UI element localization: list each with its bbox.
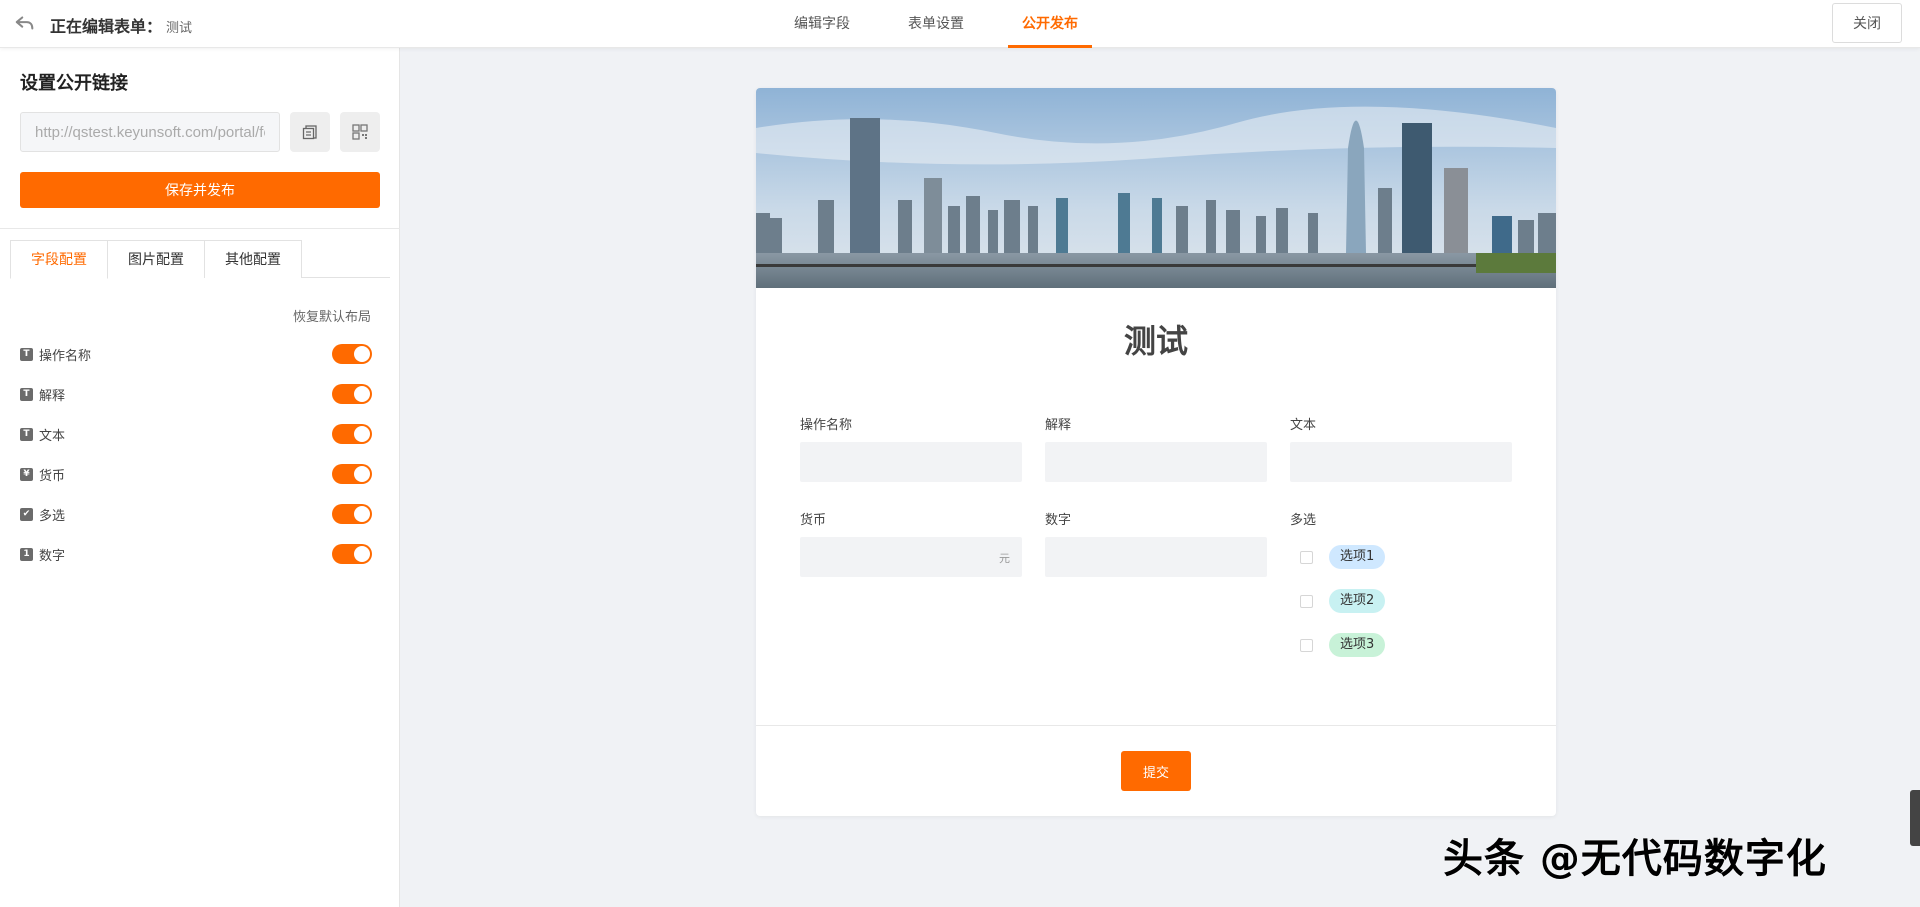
- form-title: 测试: [1123, 322, 1188, 360]
- field-visibility-toggle[interactable]: [332, 424, 372, 444]
- field-config-row: T 文本: [20, 414, 372, 454]
- text-field-icon: T: [20, 427, 33, 441]
- editing-label: 正在编辑表单：: [50, 17, 163, 36]
- field-config-label: 操作名称: [39, 348, 92, 364]
- field-label: 数字: [1045, 513, 1072, 528]
- card-divider: [756, 725, 1556, 726]
- number-input[interactable]: [1045, 537, 1267, 577]
- public-url-input[interactable]: [20, 112, 280, 152]
- field-visibility-toggle[interactable]: [332, 464, 372, 484]
- text-input[interactable]: [1290, 442, 1512, 482]
- tab-image-config[interactable]: 图片配置: [107, 240, 205, 278]
- tab-edit-fields[interactable]: 编辑字段: [780, 0, 864, 48]
- field-label: 多选: [1290, 513, 1317, 528]
- option-checkbox[interactable]: [1300, 550, 1313, 564]
- text-field-icon: T: [20, 347, 33, 361]
- form-preview-card: 测试 操作名称 解释 文本 货币 元 数字 多选 选项1 选项2 选项3 提交: [756, 88, 1556, 816]
- currency-suffix: 元: [999, 552, 1010, 565]
- field-config-label: 文本: [39, 428, 66, 444]
- option-row: 选项1: [1290, 535, 1512, 579]
- form-field-explain: 解释: [1045, 414, 1267, 482]
- restore-default-layout-link[interactable]: 恢复默认布局: [293, 306, 371, 325]
- option-checkbox[interactable]: [1300, 594, 1313, 608]
- save-and-publish-button[interactable]: 保存并发布: [20, 172, 380, 208]
- op-name-input[interactable]: [800, 442, 1022, 482]
- option-list: 选项1 选项2 选项3: [1290, 535, 1512, 667]
- checkbox-field-icon: ✔: [20, 507, 33, 521]
- tab-public-publish[interactable]: 公开发布: [1008, 0, 1092, 48]
- tab-form-settings[interactable]: 表单设置: [894, 0, 978, 48]
- option-row: 选项3: [1290, 623, 1512, 667]
- field-visibility-toggle[interactable]: [332, 384, 372, 404]
- option-tag[interactable]: 选项1: [1329, 545, 1386, 569]
- form-field-currency: 货币 元: [800, 509, 1022, 577]
- top-nav-tabs: 编辑字段 表单设置 公开发布: [780, 0, 1122, 48]
- form-field-op-name: 操作名称: [800, 414, 1022, 482]
- config-tabs: 字段配置 图片配置 其他配置: [10, 240, 390, 279]
- side-widget[interactable]: [1910, 790, 1920, 846]
- option-row: 选项2: [1290, 579, 1512, 623]
- qrcode-button[interactable]: [340, 112, 380, 152]
- field-label: 操作名称: [800, 418, 853, 433]
- explain-input[interactable]: [1045, 442, 1267, 482]
- top-bar: 正在编辑表单： 测试 编辑字段 表单设置 公开发布 关闭: [0, 0, 1920, 48]
- field-visibility-toggle[interactable]: [332, 504, 372, 524]
- field-visibility-toggle[interactable]: [332, 344, 372, 364]
- number-field-icon: 1: [20, 547, 33, 561]
- form-name: 测试: [166, 21, 193, 36]
- form-field-multi-select: 多选 选项1 选项2 选项3: [1290, 509, 1512, 667]
- copy-link-button[interactable]: [290, 112, 330, 152]
- close-button[interactable]: 关闭: [1832, 3, 1902, 43]
- option-tag[interactable]: 选项2: [1329, 589, 1386, 613]
- left-panel: 设置公开链接 保存并发布 字段配置 图片配置 其他配置 恢复默认布局 T 操作名称…: [0, 48, 400, 907]
- copy-icon: [302, 125, 317, 140]
- form-field-text: 文本: [1290, 414, 1512, 482]
- field-label: 解释: [1045, 418, 1072, 433]
- banner-image: [756, 88, 1556, 288]
- currency-field-icon: ¥: [20, 467, 33, 481]
- field-config-row: T 解释: [20, 374, 372, 414]
- tab-other-config[interactable]: 其他配置: [204, 240, 302, 278]
- panel-title: 设置公开链接: [20, 73, 128, 94]
- qrcode-icon: [352, 124, 368, 140]
- field-config-label: 数字: [39, 548, 66, 564]
- field-label: 文本: [1290, 418, 1317, 433]
- field-config-label: 解释: [39, 388, 66, 404]
- text-field-icon: T: [20, 387, 33, 401]
- field-config-list: T 操作名称 T 解释 T 文本 ¥ 货币 ✔ 多选 1 数字: [20, 334, 372, 574]
- currency-input[interactable]: 元: [800, 537, 1022, 577]
- field-config-label: 货币: [39, 468, 66, 484]
- option-checkbox[interactable]: [1300, 638, 1313, 652]
- field-label: 货币: [800, 513, 827, 528]
- divider: [0, 228, 400, 229]
- field-visibility-toggle[interactable]: [332, 544, 372, 564]
- option-tag[interactable]: 选项3: [1329, 633, 1386, 657]
- field-config-row: 1 数字: [20, 534, 372, 574]
- form-field-number: 数字: [1045, 509, 1267, 577]
- back-arrow-icon[interactable]: [14, 12, 36, 34]
- field-config-row: ✔ 多选: [20, 494, 372, 534]
- watermark: 头条 @无代码数字化: [1443, 836, 1827, 882]
- submit-button[interactable]: 提交: [1121, 751, 1191, 791]
- tab-field-config[interactable]: 字段配置: [10, 240, 108, 279]
- field-config-row: T 操作名称: [20, 334, 372, 374]
- field-config-row: ¥ 货币: [20, 454, 372, 494]
- field-config-label: 多选: [39, 508, 66, 524]
